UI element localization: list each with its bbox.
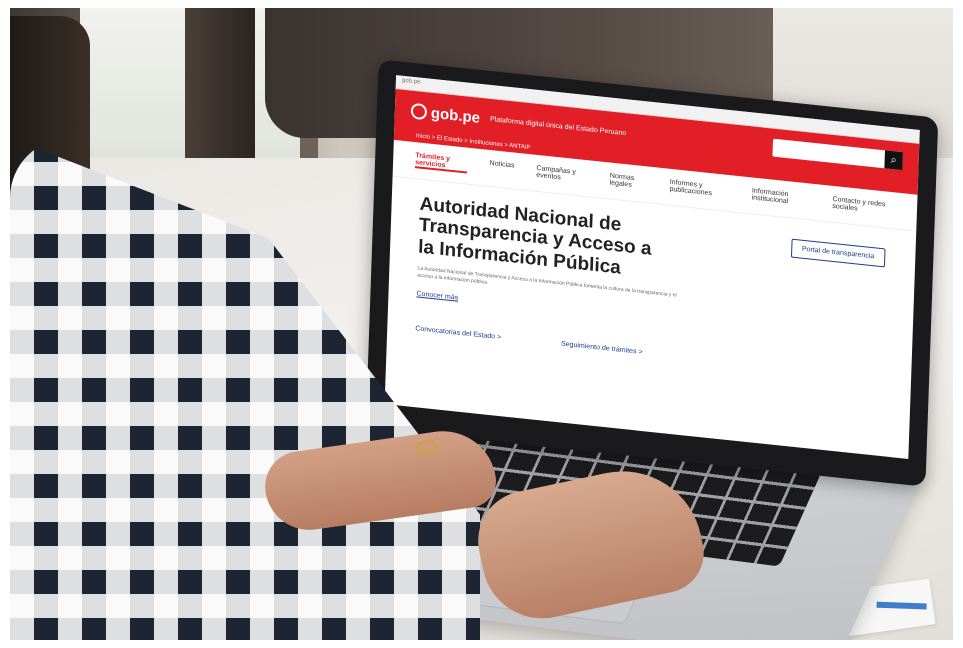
search-input[interactable]: ⌕ [772, 138, 903, 171]
convocatorias-link[interactable]: Convocatorias del Estado > [415, 325, 501, 341]
laptop-screen: gob.pe gob.pe Plataforma digital única d… [365, 59, 939, 487]
nav-tramites[interactable]: Trámites y servicios [414, 152, 468, 174]
logo-text: gob.pe [430, 104, 481, 127]
nav-contacto[interactable]: Contacto y redes sociales [832, 196, 895, 219]
site-logo[interactable]: gob.pe [410, 102, 481, 127]
photo: gob.pe gob.pe Plataforma digital única d… [10, 8, 953, 640]
nav-noticias[interactable]: Noticias [489, 160, 514, 179]
logo-icon [410, 102, 428, 121]
portal-transparencia-button[interactable]: Portal de transparencia [790, 238, 886, 268]
website-screen: gob.pe gob.pe Plataforma digital única d… [384, 75, 920, 459]
nav-campanas[interactable]: Campañas y eventos [536, 165, 588, 186]
nav-normas[interactable]: Normas legales [609, 173, 648, 193]
site-tagline: Plataforma digital única del Estado Peru… [489, 115, 627, 137]
search-icon[interactable]: ⌕ [884, 150, 903, 171]
seguimiento-link[interactable]: Seguimiento de trámites > [561, 340, 643, 356]
nav-informacion[interactable]: Información institucional [751, 187, 810, 209]
nav-informes[interactable]: Informes y publicaciones [669, 179, 730, 201]
